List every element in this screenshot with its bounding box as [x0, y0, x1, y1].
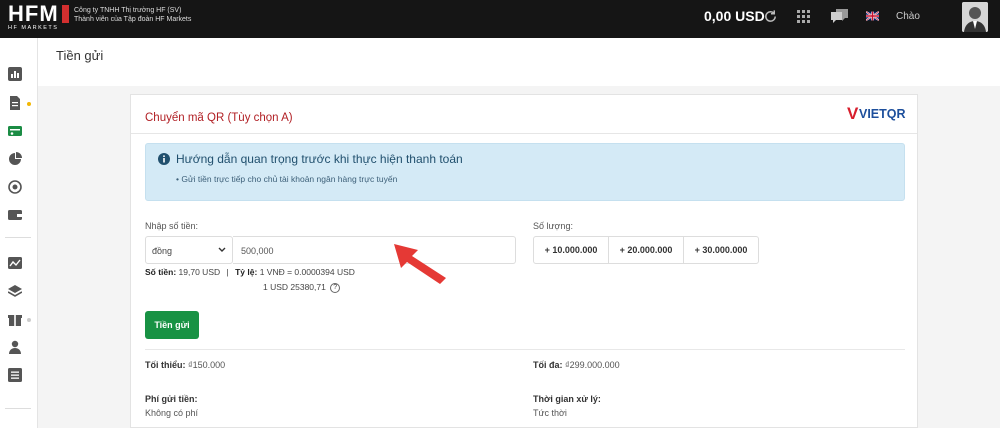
- alert-item-text: Gửi tiền trực tiếp cho chủ tài khoản ngâ…: [181, 174, 398, 184]
- logo-accent: [62, 5, 69, 23]
- top-bar: HFM HF MARKETS Công ty TNHH Thị trường H…: [0, 0, 1000, 38]
- section-divider: [145, 349, 905, 350]
- add-20m-button[interactable]: + 20.000.000: [609, 237, 684, 263]
- gift-icon[interactable]: [8, 312, 22, 326]
- company-line-2: Thành viên của Tập đoàn HF Markets: [74, 15, 192, 23]
- chevron-down-icon: [218, 247, 226, 252]
- chart-bar-icon[interactable]: [8, 67, 22, 81]
- uk-flag-icon[interactable]: [866, 10, 879, 22]
- add-10m-button[interactable]: + 10.000.000: [534, 237, 609, 263]
- info-icon: [158, 153, 170, 165]
- processing-time-value: Tức thời: [533, 408, 567, 418]
- gift-indicator-dot: [27, 318, 31, 322]
- list-icon[interactable]: [8, 368, 22, 382]
- chat-icon[interactable]: [830, 8, 849, 25]
- alert-list-item: • Gửi tiền trực tiếp cho chủ tài khoản n…: [176, 174, 398, 184]
- min-value: ₫150.000: [188, 360, 226, 370]
- rate-label: Tỷ lệ:: [235, 267, 258, 277]
- card-title-divider: [131, 133, 917, 134]
- company-info: Công ty TNHH Thị trường HF (SV) Thành vi…: [74, 7, 191, 24]
- sidebar: [0, 38, 38, 428]
- rate-line-2: 1 USD 25380,71: [263, 282, 326, 292]
- user-icon[interactable]: [8, 340, 22, 354]
- layers-icon[interactable]: [8, 284, 22, 298]
- notification-dot: [27, 102, 31, 106]
- wallet-icon[interactable]: [8, 208, 22, 222]
- fee-label: Phí gửi tiền:: [145, 394, 198, 404]
- svg-text:V: V: [847, 104, 859, 123]
- currency-select[interactable]: đồng: [145, 236, 233, 264]
- processing-time-label: Thời gian xử lý:: [533, 394, 601, 404]
- deposit-icon[interactable]: [8, 124, 22, 138]
- quantity-label: Số lượng:: [533, 221, 573, 231]
- company-line-1: Công ty TNHH Thị trường HF (SV): [74, 7, 182, 14]
- quick-amount-group: + 10.000.000 + 20.000.000 + 30.000.000: [533, 236, 759, 264]
- max-info: Tối đa: ₫299.000.000: [533, 360, 620, 370]
- deposit-button[interactable]: Tiền gửi: [145, 311, 199, 339]
- currency-selected-value: đồng: [152, 246, 173, 256]
- sum-info: Số tiền: 19,70 USD | Tỷ lệ: 1 VNĐ = 0.00…: [145, 267, 355, 277]
- vietqr-logo: V VIETQR: [847, 104, 906, 123]
- rate-line-1: 1 VNĐ = 0.0000394 USD: [259, 267, 355, 277]
- red-arrow-icon: [394, 244, 446, 284]
- logo-text: HFM: [8, 1, 59, 26]
- min-label: Tối thiểu:: [145, 360, 186, 370]
- svg-text:VIETQR: VIETQR: [859, 107, 906, 121]
- max-label: Tối đa:: [533, 360, 563, 370]
- page-title: Tiền gửi: [56, 48, 104, 63]
- page-header: Tiền gửi: [38, 38, 1000, 86]
- sidebar-divider: [5, 408, 31, 409]
- transfer-icon[interactable]: [8, 180, 22, 194]
- piggy-bank-icon[interactable]: [8, 152, 22, 166]
- rate-line-2-wrap: 1 USD 25380,71 ?: [263, 282, 341, 293]
- document-icon[interactable]: [8, 96, 22, 110]
- add-30m-button[interactable]: + 30.000.000: [684, 237, 758, 263]
- alert-title: Hướng dẫn quan trọng trước khi thực hiện…: [176, 152, 463, 166]
- min-info: Tối thiểu: ₫150.000: [145, 360, 225, 370]
- greeting-text: Chào: [896, 11, 920, 22]
- payment-method-title: Chuyển mã QR (Tùy chọn A): [145, 112, 293, 124]
- amount-input[interactable]: 500,000: [233, 236, 516, 264]
- account-balance: 0,00 USD: [704, 8, 765, 24]
- amount-label: Nhập số tiền:: [145, 221, 199, 231]
- hfm-logo[interactable]: HFM HF MARKETS: [8, 3, 70, 33]
- deposit-card: Chuyển mã QR (Tùy chọn A) V VIETQR Hướng…: [130, 94, 918, 428]
- fee-value: Không có phí: [145, 408, 199, 418]
- apps-grid-icon[interactable]: [797, 10, 810, 23]
- instruction-alert: Hướng dẫn quan trọng trước khi thực hiện…: [145, 143, 905, 201]
- analytics-icon[interactable]: [8, 256, 22, 270]
- sidebar-divider: [5, 237, 31, 238]
- help-icon[interactable]: ?: [330, 282, 341, 293]
- sum-label: Số tiền:: [145, 267, 177, 277]
- avatar[interactable]: [962, 2, 988, 32]
- sum-value: 19,70 USD: [178, 267, 221, 277]
- refresh-icon[interactable]: [763, 9, 778, 24]
- logo-subtext: HF MARKETS: [8, 25, 59, 31]
- sum-rate-separator: |: [226, 267, 229, 277]
- max-value: ₫299.000.000: [565, 360, 620, 370]
